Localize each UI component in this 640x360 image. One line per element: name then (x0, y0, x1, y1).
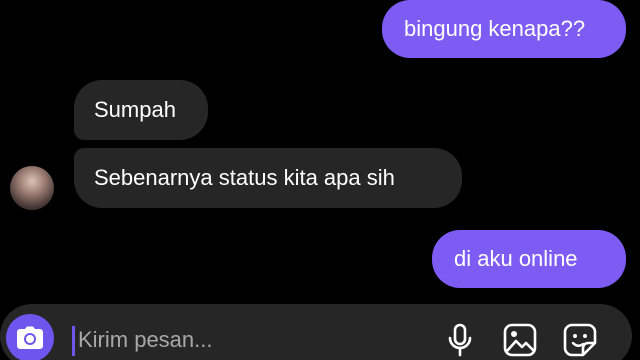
incoming-message-bubble[interactable]: Sebenarnya status kita apa sih (74, 148, 462, 208)
text-caret (72, 326, 75, 356)
message-text: Sebenarnya status kita apa sih (94, 165, 395, 190)
sticker-icon (563, 323, 597, 357)
voice-message-button[interactable] (442, 322, 478, 358)
message-text: bingung kenapa?? (404, 16, 586, 41)
camera-icon (17, 326, 43, 349)
gallery-button[interactable] (502, 322, 538, 358)
outgoing-message-bubble[interactable]: di aku online (432, 230, 626, 288)
message-text: Sumpah (94, 97, 176, 122)
message-input[interactable] (78, 322, 408, 358)
chat-screen: bingung kenapa?? Sumpah Sebenarnya statu… (0, 0, 640, 360)
outgoing-message-bubble[interactable]: bingung kenapa?? (382, 0, 626, 58)
microphone-icon (448, 323, 472, 357)
incoming-message-bubble[interactable]: Sumpah (74, 80, 208, 140)
gallery-icon (503, 323, 537, 357)
message-text: di aku online (454, 246, 578, 271)
message-composer (0, 304, 632, 360)
camera-button[interactable] (6, 314, 54, 360)
sticker-button[interactable] (562, 322, 598, 358)
sender-avatar[interactable] (10, 166, 54, 210)
